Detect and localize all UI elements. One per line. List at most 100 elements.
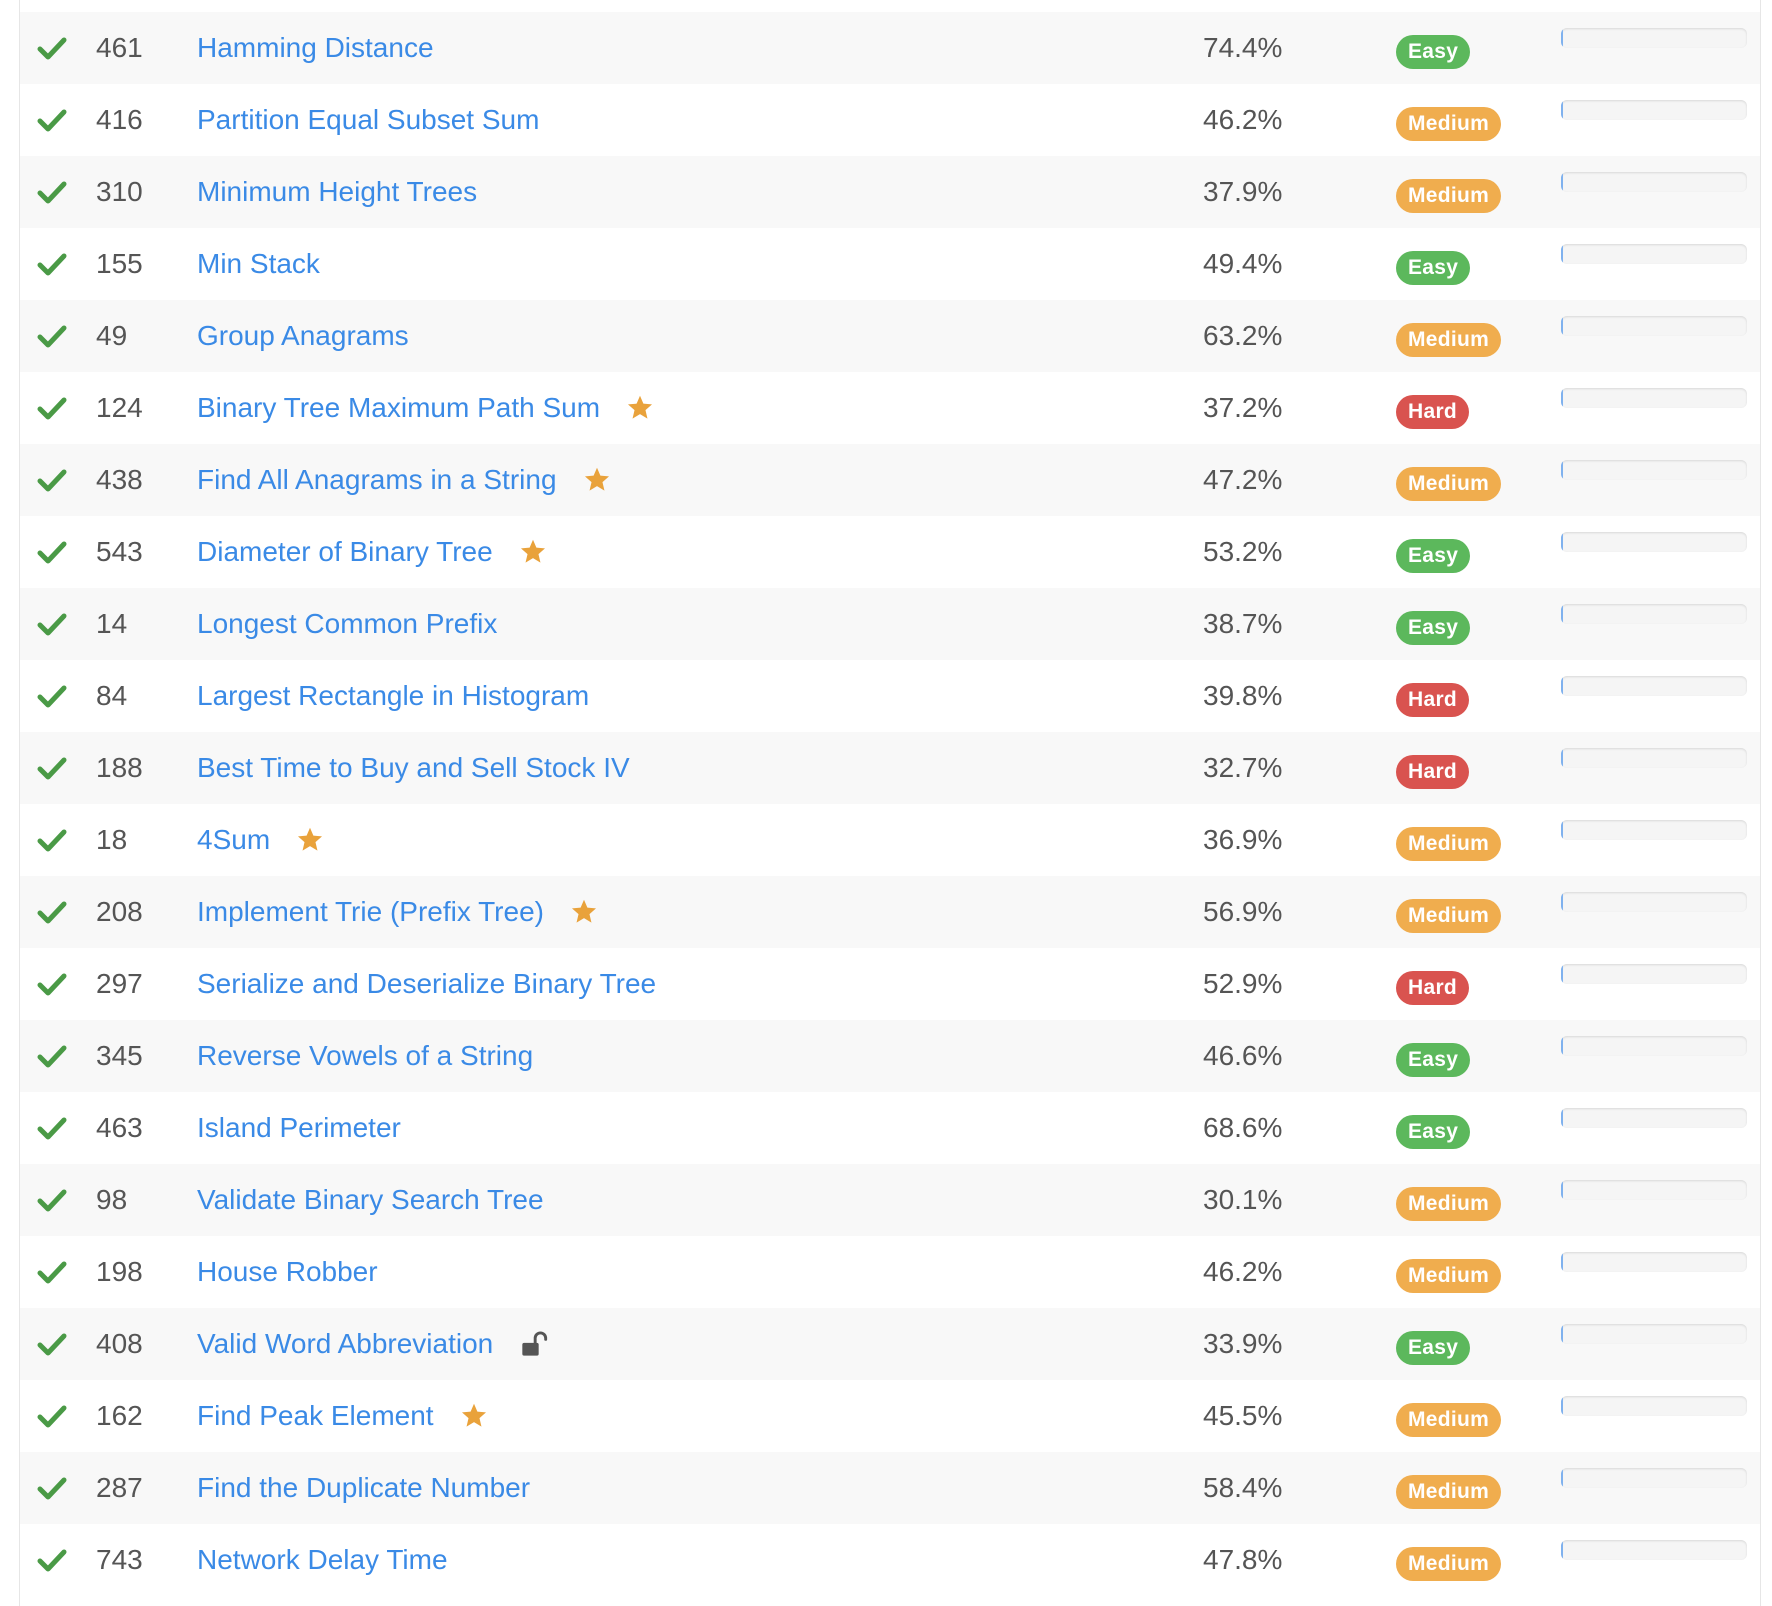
problem-title-cell: House Robber — [197, 1236, 378, 1308]
problem-number: 208 — [96, 896, 143, 927]
frequency-bar-start — [1561, 1108, 1563, 1128]
difficulty-badge: Medium — [1396, 1403, 1502, 1437]
problem-title-link[interactable]: Validate Binary Search Tree — [197, 1184, 544, 1216]
acceptance-rate: 74.4% — [1203, 32, 1283, 63]
problem-number: 345 — [96, 1040, 143, 1071]
acceptance-rate: 38.7% — [1203, 608, 1283, 639]
problem-title-cell: Minimum Height Trees — [197, 156, 477, 228]
table-row[interactable]: 345 Reverse Vowels of a String 46.6% Eas… — [20, 1020, 1760, 1092]
table-row[interactable]: 188 Best Time to Buy and Sell Stock IV 3… — [20, 732, 1760, 804]
problem-number: 287 — [96, 1472, 143, 1503]
table-row[interactable]: 543 Diameter of Binary Tree 53.2% Easy — [20, 516, 1760, 588]
table-row[interactable]: 155 Min Stack 49.4% Easy — [20, 228, 1760, 300]
table-row[interactable]: 297 Serialize and Deserialize Binary Tre… — [20, 948, 1760, 1020]
frequency-bar — [1561, 1108, 1747, 1128]
problem-title-link[interactable]: House Robber — [197, 1256, 378, 1288]
table-row[interactable]: 310 Minimum Height Trees 37.9% Medium — [20, 156, 1760, 228]
star-icon — [461, 1403, 486, 1427]
table-row[interactable]: 208 Implement Trie (Prefix Tree) 56.9% M… — [20, 876, 1760, 948]
difficulty-badge: Medium — [1396, 1259, 1502, 1293]
table-row[interactable]: 198 House Robber 46.2% Medium — [20, 1236, 1760, 1308]
problem-title-cell: Validate Binary Search Tree — [197, 1164, 544, 1236]
table-row[interactable]: 49 Group Anagrams 63.2% Medium — [20, 300, 1760, 372]
table-row[interactable]: 124 Binary Tree Maximum Path Sum 37.2% H… — [20, 372, 1760, 444]
problem-title-link[interactable]: Find the Duplicate Number — [197, 1472, 530, 1504]
check-icon — [37, 397, 67, 420]
frequency-bar-start — [1561, 892, 1563, 912]
frequency-bar — [1561, 1468, 1747, 1488]
table-row[interactable]: 84 Largest Rectangle in Histogram 39.8% … — [20, 660, 1760, 732]
table-row[interactable]: 162 Find Peak Element 45.5% Medium — [20, 1380, 1760, 1452]
check-icon — [37, 1333, 67, 1356]
problem-number: 49 — [96, 320, 128, 351]
problem-title-link[interactable]: Partition Equal Subset Sum — [197, 104, 539, 136]
difficulty-badge: Easy — [1396, 539, 1471, 573]
table-row[interactable]: 98 Validate Binary Search Tree 30.1% Med… — [20, 1164, 1760, 1236]
check-icon — [37, 469, 67, 492]
difficulty-badge: Easy — [1396, 611, 1471, 645]
problem-title-link[interactable]: Network Delay Time — [197, 1544, 448, 1576]
problem-title-link[interactable]: Best Time to Buy and Sell Stock IV — [197, 752, 630, 784]
acceptance-rate: 37.2% — [1203, 392, 1283, 423]
check-icon — [37, 253, 67, 276]
problem-title-link[interactable]: Valid Word Abbreviation — [197, 1328, 493, 1360]
frequency-bar-start — [1561, 1324, 1563, 1344]
problem-title-link[interactable]: Hamming Distance — [197, 32, 434, 64]
problem-title-cell: Group Anagrams — [197, 300, 409, 372]
problem-title-cell: Diameter of Binary Tree — [197, 516, 547, 588]
problem-number: 408 — [96, 1328, 143, 1359]
frequency-bar-start — [1561, 532, 1563, 552]
table-row[interactable]: 416 Partition Equal Subset Sum 46.2% Med… — [20, 84, 1760, 156]
problem-number: 188 — [96, 752, 143, 783]
problem-number: 18 — [96, 824, 128, 855]
frequency-bar-start — [1561, 964, 1563, 984]
table-row[interactable]: 287 Find the Duplicate Number 58.4% Medi… — [20, 1452, 1760, 1524]
problem-title-link[interactable]: 4Sum — [197, 824, 270, 856]
acceptance-rate: 68.6% — [1203, 1112, 1283, 1143]
acceptance-rate: 46.2% — [1203, 104, 1283, 135]
problem-title-link[interactable]: Largest Rectangle in Histogram — [197, 680, 589, 712]
problem-number: 124 — [96, 392, 143, 423]
table-row[interactable]: 438 Find All Anagrams in a String 47.2% … — [20, 444, 1760, 516]
problem-title-link[interactable]: Serialize and Deserialize Binary Tree — [197, 968, 656, 1000]
problem-title-link[interactable]: Reverse Vowels of a String — [197, 1040, 533, 1072]
problem-title-cell: Find the Duplicate Number — [197, 1452, 530, 1524]
difficulty-badge: Medium — [1396, 1187, 1502, 1221]
problem-title-link[interactable]: Find All Anagrams in a String — [197, 464, 557, 496]
difficulty-badge: Medium — [1396, 899, 1502, 933]
acceptance-rate: 39.8% — [1203, 680, 1283, 711]
problem-title-link[interactable]: Binary Tree Maximum Path Sum — [197, 392, 600, 424]
problem-title-cell: 4Sum — [197, 804, 324, 876]
frequency-bar — [1561, 892, 1747, 912]
frequency-bar — [1561, 1540, 1747, 1560]
check-icon — [37, 973, 67, 996]
problem-title-link[interactable]: Island Perimeter — [197, 1112, 401, 1144]
problem-title-link[interactable]: Diameter of Binary Tree — [197, 536, 493, 568]
table-row[interactable]: 14 Longest Common Prefix 38.7% Easy — [20, 588, 1760, 660]
problem-table: 461 Hamming Distance 74.4% Easy 416 Part… — [20, 12, 1760, 1596]
check-icon — [37, 757, 67, 780]
difficulty-badge: Medium — [1396, 107, 1502, 141]
frequency-bar — [1561, 460, 1747, 480]
difficulty-badge: Medium — [1396, 323, 1502, 357]
table-row[interactable]: 743 Network Delay Time 47.8% Medium — [20, 1524, 1760, 1596]
problem-title-link[interactable]: Min Stack — [197, 248, 320, 280]
problem-title-link[interactable]: Longest Common Prefix — [197, 608, 497, 640]
frequency-bar — [1561, 316, 1747, 336]
table-row[interactable]: 463 Island Perimeter 68.6% Easy — [20, 1092, 1760, 1164]
star-icon — [628, 395, 653, 419]
problem-title-link[interactable]: Find Peak Element — [197, 1400, 434, 1432]
problem-title-link[interactable]: Implement Trie (Prefix Tree) — [197, 896, 544, 928]
problem-title-link[interactable]: Minimum Height Trees — [197, 176, 477, 208]
table-row[interactable]: 408 Valid Word Abbreviation 33.9% Easy — [20, 1308, 1760, 1380]
check-icon — [37, 1549, 67, 1572]
acceptance-rate: 45.5% — [1203, 1400, 1283, 1431]
check-icon — [37, 1477, 67, 1500]
frequency-bar-start — [1561, 748, 1563, 768]
table-row[interactable]: 18 4Sum 36.9% Medium — [20, 804, 1760, 876]
frequency-bar-start — [1561, 820, 1563, 840]
table-row[interactable]: 461 Hamming Distance 74.4% Easy — [20, 12, 1760, 84]
problem-title-link[interactable]: Group Anagrams — [197, 320, 409, 352]
difficulty-badge: Easy — [1396, 35, 1471, 69]
problem-number: 416 — [96, 104, 143, 135]
